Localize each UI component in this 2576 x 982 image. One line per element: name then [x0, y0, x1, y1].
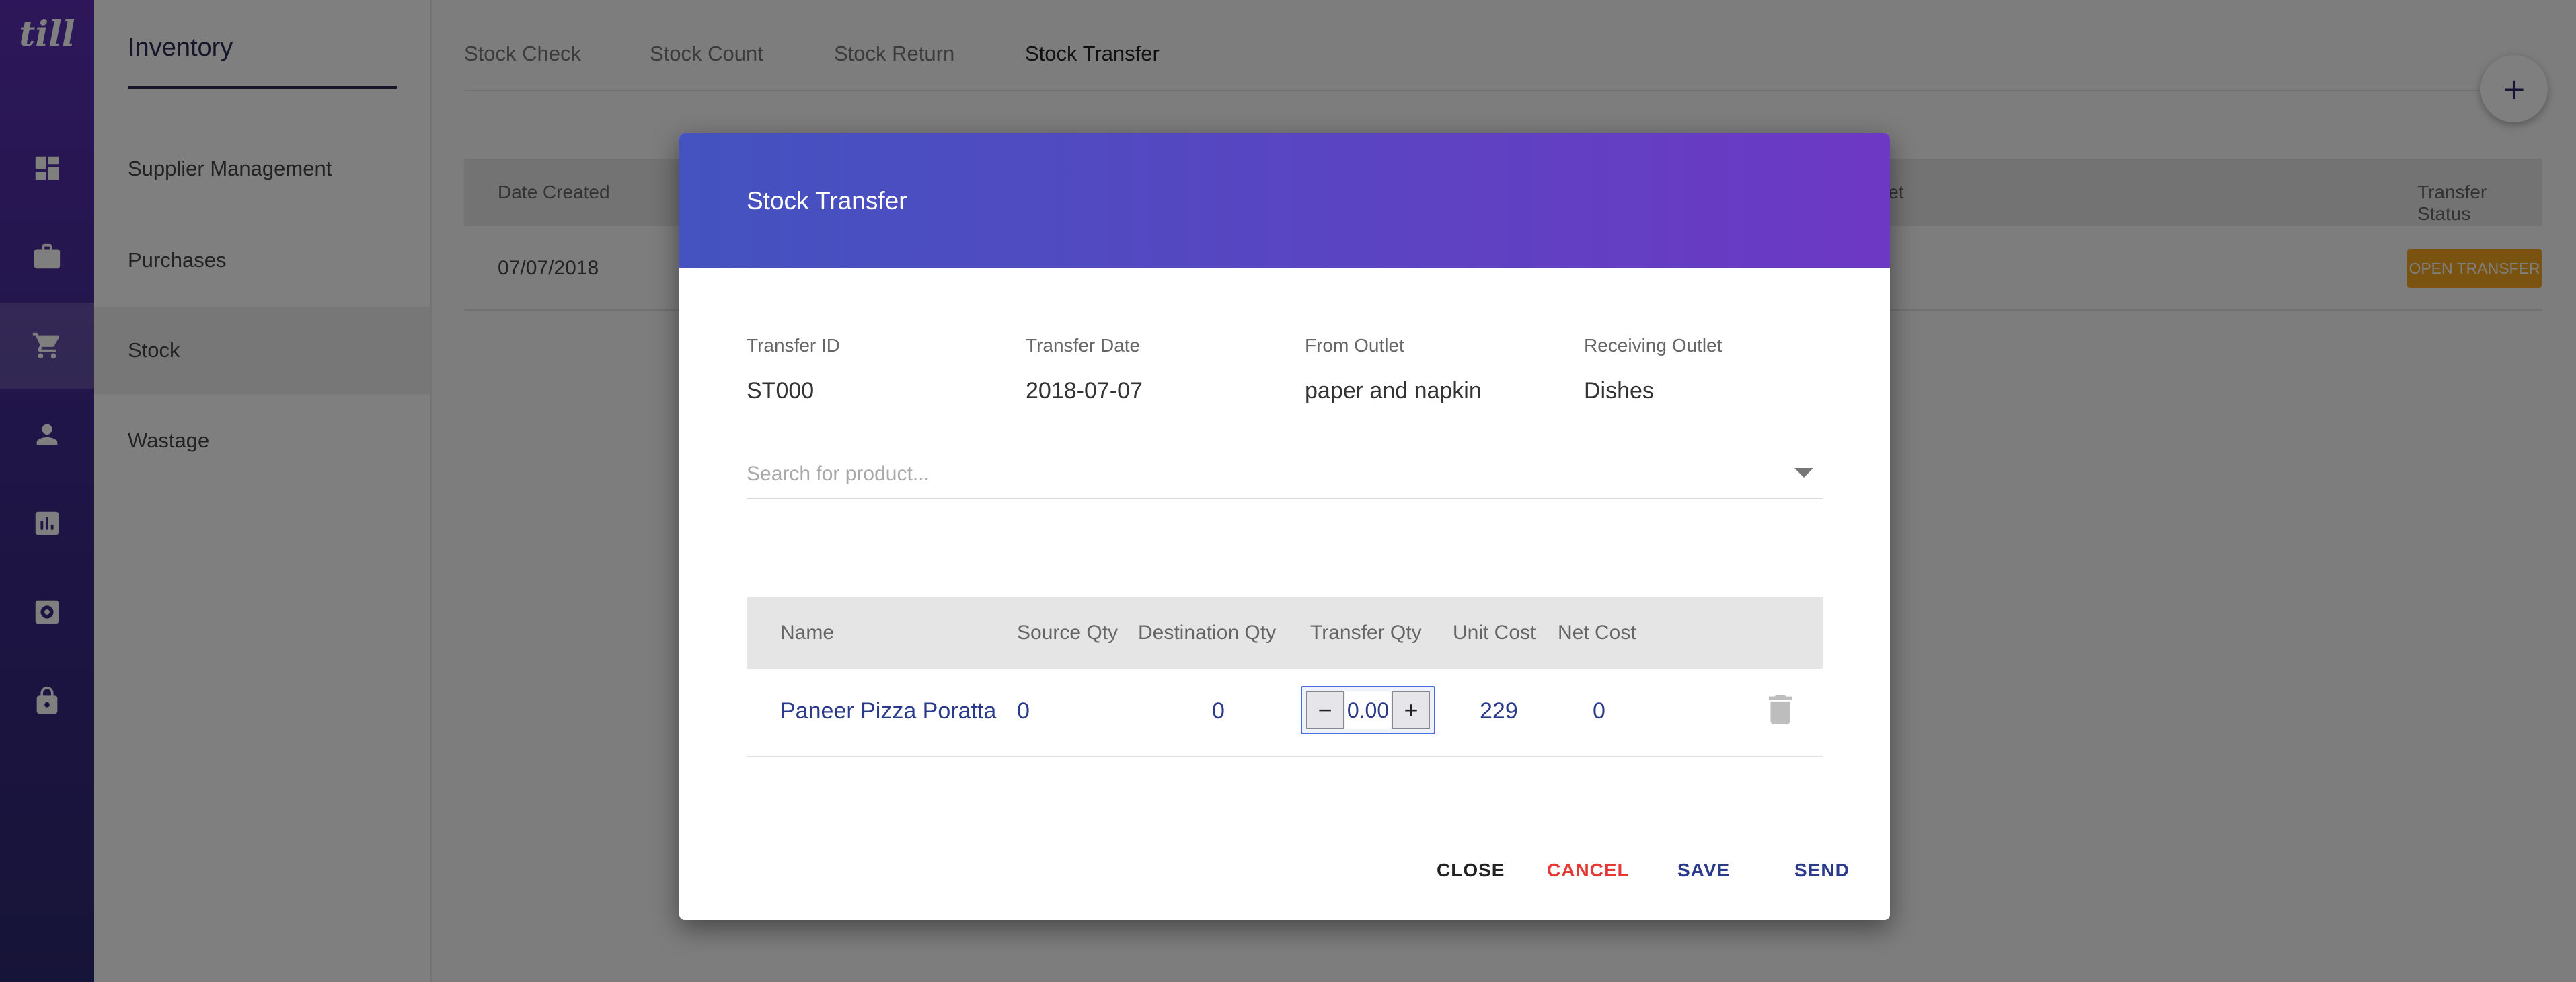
transfer-id-label: Transfer ID	[747, 335, 840, 356]
col-name: Name	[780, 621, 835, 644]
transfer-table-header: Name Source Qty Destination Qty Transfer…	[747, 597, 1823, 669]
dialog-header: Stock Transfer	[679, 133, 1890, 268]
transfer-qty-stepper: − +	[1301, 686, 1435, 734]
col-unit-cost: Unit Cost	[1453, 621, 1536, 644]
product-name[interactable]: Paneer Pizza Poratta	[780, 698, 996, 724]
dialog-title: Stock Transfer	[747, 187, 907, 215]
transfer-date-label: Transfer Date	[1026, 335, 1141, 356]
receiving-outlet-label: Receiving Outlet	[1584, 335, 1722, 356]
stock-transfer-dialog: Stock Transfer Transfer ID ST000 Transfe…	[679, 133, 1890, 920]
transfer-id-value: ST000	[747, 378, 815, 404]
close-button[interactable]: CLOSE	[1437, 860, 1505, 881]
col-source-qty: Source Qty	[1017, 621, 1119, 644]
transfer-qty-input[interactable]	[1345, 691, 1391, 729]
from-outlet-value: paper and napkin	[1305, 378, 1482, 404]
table-row: Paneer Pizza Poratta 0 0 − + 229 0	[747, 669, 1823, 757]
send-button[interactable]: SEND	[1794, 860, 1850, 881]
decrement-button[interactable]: −	[1306, 691, 1344, 729]
dialog-actions: CLOSE CANCEL SAVE SEND	[679, 853, 1890, 893]
unit-cost-value: 229	[1480, 698, 1518, 724]
col-transfer-qty: Transfer Qty	[1310, 621, 1422, 644]
col-net-cost: Net Cost	[1558, 621, 1636, 644]
receiving-outlet-value: Dishes	[1584, 378, 1654, 404]
trash-icon[interactable]	[1769, 694, 1792, 725]
transfer-date-value: 2018-07-07	[1026, 378, 1143, 404]
source-qty-value: 0	[1017, 698, 1030, 724]
destination-qty-value: 0	[1212, 698, 1225, 724]
cancel-button[interactable]: CANCEL	[1547, 860, 1630, 881]
save-button[interactable]: SAVE	[1677, 860, 1730, 881]
increment-button[interactable]: +	[1392, 691, 1430, 729]
net-cost-value: 0	[1593, 698, 1605, 724]
col-destination-qty: Destination Qty	[1138, 621, 1277, 644]
chevron-down-icon[interactable]	[1794, 468, 1813, 478]
from-outlet-label: From Outlet	[1305, 335, 1404, 356]
product-search-input[interactable]	[747, 451, 1823, 499]
